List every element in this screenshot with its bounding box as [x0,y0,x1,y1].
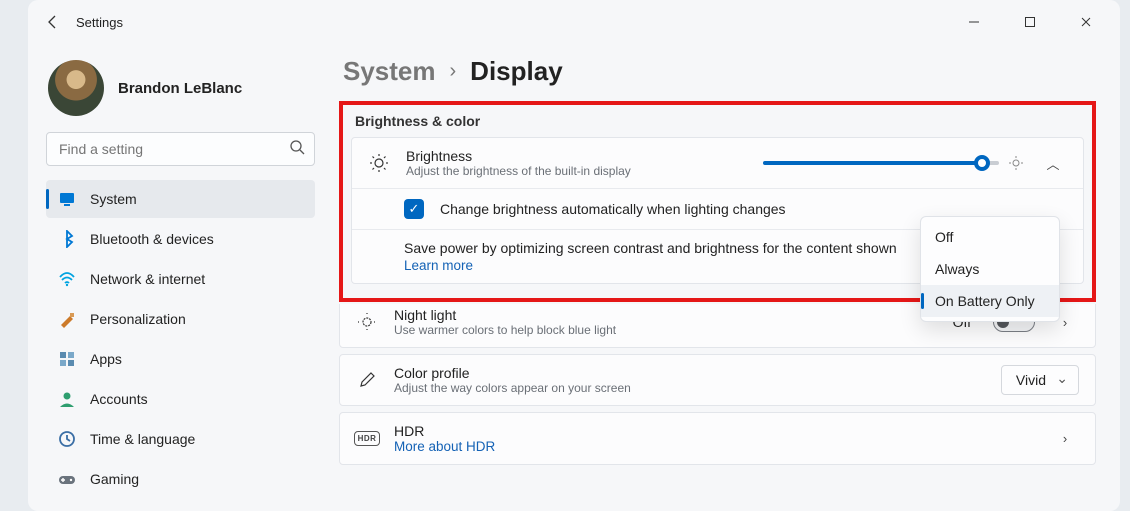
breadcrumb-current: Display [470,56,563,87]
settings-window: Settings Brandon LeBlanc System Bluetooth… [28,0,1120,511]
sidebar-item-label: Gaming [90,471,139,487]
title-bar: Settings [28,0,1120,44]
window-controls [960,8,1110,36]
profile-block[interactable]: Brandon LeBlanc [48,60,315,116]
auto-brightness-label: Change brightness automatically when lig… [440,201,786,217]
sidebar-item-system[interactable]: System [46,180,315,218]
gaming-icon [58,470,76,488]
dropdown-option[interactable]: On Battery Only [921,285,1059,317]
color-profile-title: Color profile [394,365,985,381]
auto-brightness-checkbox[interactable]: ✓ [404,199,424,219]
sidebar-item-time[interactable]: Time & language [46,420,315,458]
chevron-up-icon[interactable]: ︿ [1039,154,1067,173]
sidebar-item-label: Bluetooth & devices [90,231,214,247]
window-title: Settings [76,15,123,30]
sidebar-item-label: System [90,191,137,207]
brightness-icon [368,153,390,173]
network-icon [58,270,76,288]
close-button[interactable] [1072,8,1100,36]
sidebar-item-personalization[interactable]: Personalization [46,300,315,338]
avatar [48,60,104,116]
night-light-title: Night light [394,307,937,323]
hdr-title: HDR [394,423,1035,439]
dropdown-option[interactable]: Always [921,253,1059,285]
sidebar-item-accounts[interactable]: Accounts [46,380,315,418]
breadcrumb: System › Display [339,56,1096,87]
sidebar-item-network[interactable]: Network & internet [46,260,315,298]
accounts-icon [58,390,76,408]
hdr-card[interactable]: HDR HDR More about HDR › [339,412,1096,465]
sidebar: Brandon LeBlanc System Bluetooth & device… [28,44,333,511]
dropdown-option[interactable]: Off [921,221,1059,253]
sidebar-item-label: Accounts [90,391,148,407]
search-icon [289,139,305,160]
brightness-slider[interactable] [763,156,1023,170]
learn-more-link[interactable]: Learn more [404,258,473,273]
personalization-icon [58,310,76,328]
night-light-icon [356,312,378,332]
brightness-subtitle: Adjust the brightness of the built-in di… [406,164,747,178]
hdr-link[interactable]: More about HDR [394,439,1035,454]
hdr-icon: HDR [356,431,378,446]
sidebar-nav: System Bluetooth & devices Network & inter… [46,180,315,511]
system-icon [58,190,76,208]
color-profile-subtitle: Adjust the way colors appear on your scr… [394,381,985,395]
color-profile-card[interactable]: Color profile Adjust the way colors appe… [339,354,1096,406]
profile-name: Brandon LeBlanc [118,80,242,97]
sidebar-item-apps[interactable]: Apps [46,340,315,378]
slider-thumb[interactable] [974,155,990,171]
maximize-button[interactable] [1016,8,1044,36]
sidebar-item-gaming[interactable]: Gaming [46,460,315,498]
sidebar-item-label: Time & language [90,431,195,447]
breadcrumb-parent[interactable]: System [343,56,436,87]
sidebar-item-label: Apps [90,351,122,367]
apps-icon [58,350,76,368]
color-profile-select[interactable]: Vivid [1001,365,1079,395]
brightness-row[interactable]: Brightness Adjust the brightness of the … [352,138,1083,188]
brightness-title: Brightness [406,148,747,164]
main-content: System › Display Brightness & color Brig… [333,44,1120,511]
sidebar-item-label: Network & internet [90,271,205,287]
save-power-text: Save power by optimizing screen contrast… [404,240,897,256]
sidebar-item-label: Personalization [90,311,186,327]
time-icon [58,430,76,448]
sidebar-item-bluetooth[interactable]: Bluetooth & devices [46,220,315,258]
search-input[interactable] [46,132,315,166]
back-button[interactable] [38,7,68,37]
section-title-brightness-color: Brightness & color [355,113,1084,129]
color-profile-icon [356,370,378,390]
bluetooth-icon [58,230,76,248]
chevron-right-icon: › [450,60,457,83]
save-power-dropdown: OffAlwaysOn Battery Only [920,216,1060,322]
sidebar-item-accessibility[interactable]: Accessibility [46,500,315,511]
chevron-right-icon[interactable]: › [1051,431,1079,446]
brightness-max-icon [1009,156,1023,170]
night-light-subtitle: Use warmer colors to help block blue lig… [394,323,937,337]
minimize-button[interactable] [960,8,988,36]
